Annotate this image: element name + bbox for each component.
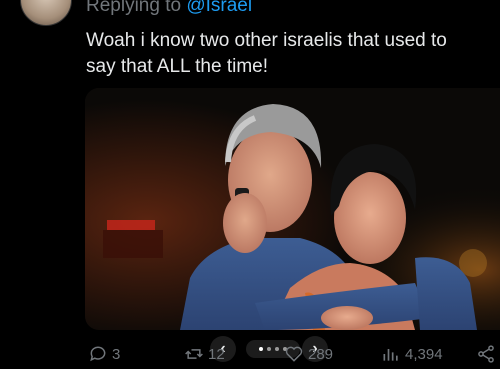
views-button[interactable]: 4,394 <box>381 342 443 366</box>
tweet-media-photo[interactable] <box>85 88 500 330</box>
views-icon <box>383 349 398 361</box>
views-count: 4,394 <box>405 345 443 363</box>
retweet-count: 12 <box>208 345 225 363</box>
share-button[interactable] <box>476 342 496 366</box>
tweet-text-line-1: Woah i know two other israelis that used… <box>86 30 447 51</box>
avatar[interactable] <box>20 0 72 26</box>
reply-button[interactable]: 3 <box>88 342 120 366</box>
tweet-text: Woah i know two other israelis that used… <box>86 28 496 80</box>
replying-prefix: Replying to <box>86 0 182 16</box>
reply-handle-link[interactable]: @Israel <box>186 0 252 16</box>
like-button[interactable]: 289 <box>284 342 333 366</box>
replying-to-line: Replying to @Israel <box>86 0 252 17</box>
retweet-icon <box>185 349 203 359</box>
retweet-button[interactable]: 12 <box>184 342 225 366</box>
like-count: 289 <box>308 345 334 363</box>
reply-count: 3 <box>112 345 121 363</box>
reply-icon <box>90 346 106 362</box>
heart-icon <box>285 346 303 362</box>
photo-image <box>85 88 500 330</box>
tweet-actions-bar: 3 12 289 4,394 <box>0 338 500 369</box>
tweet-text-line-2: say that ALL the time! <box>86 56 269 77</box>
share-icon <box>478 345 494 363</box>
